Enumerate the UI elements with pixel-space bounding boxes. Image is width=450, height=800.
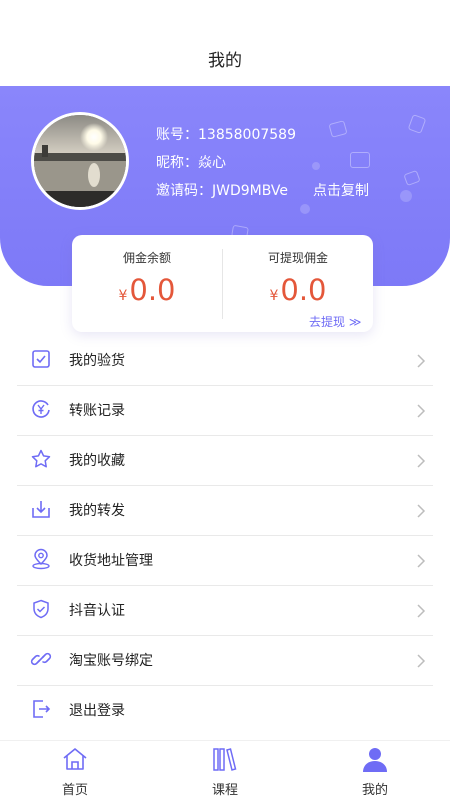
menu-item-label: 我的验货 (69, 353, 125, 369)
commission-balance: 佣金余额 ¥0.0 (72, 235, 222, 332)
menu-item-label: 抖音认证 (69, 603, 125, 619)
download-tray-icon (32, 501, 50, 518)
withdrawable-commission-label: 可提现佣金 (267, 251, 328, 265)
dot-deco (400, 190, 412, 202)
avatar[interactable] (31, 112, 129, 210)
home-icon (63, 748, 87, 770)
shield-check-icon (33, 599, 49, 619)
page-title: 我的 (208, 51, 242, 71)
tag-deco-icon (403, 169, 421, 187)
tab-label: 我的 (361, 783, 388, 798)
dot-deco (312, 162, 320, 170)
menu-item-taobao-binding[interactable]: 淘宝账号绑定 (17, 636, 433, 686)
tab-courses[interactable]: 课程 (150, 741, 300, 800)
bottom-tab-bar: 首页 课程 我的 (0, 740, 450, 800)
tag-deco-icon (407, 114, 427, 134)
user-icon (363, 748, 387, 772)
tab-label: 课程 (211, 783, 238, 798)
menu-item-favorites[interactable]: 我的收藏 (17, 436, 433, 486)
menu-item-label: 收货地址管理 (69, 553, 153, 569)
menu-item-label: 淘宝账号绑定 (69, 653, 153, 669)
withdraw-link[interactable]: 去提现 ≫ (309, 313, 361, 330)
menu-item-label: 我的收藏 (69, 453, 125, 469)
account-line: 账号：13858007589 (156, 124, 296, 144)
chevron-right-icon (417, 504, 426, 518)
dot-deco (300, 204, 310, 214)
nickname-line: 昵称：焱心 (156, 152, 226, 172)
link-icon (30, 652, 52, 666)
menu-item-shipping-address[interactable]: 收货地址管理 (17, 536, 433, 586)
menu-item-shares[interactable]: 我的转发 (17, 486, 433, 536)
chevron-right-icon (417, 604, 426, 618)
cart-deco-icon (350, 152, 370, 168)
commission-balance-value: 0.0 (129, 273, 176, 307)
avatar-photo (34, 115, 126, 207)
cart-deco-icon (328, 120, 348, 138)
logout-icon (33, 700, 51, 718)
chevron-right-icon (417, 354, 426, 368)
invite-label: 邀请码： (156, 183, 212, 199)
currency-symbol: ¥ (269, 288, 279, 304)
star-icon (31, 449, 51, 468)
withdrawable-commission-value: 0.0 (280, 273, 327, 307)
invite-line: 邀请码：JWD9MBVe (156, 180, 288, 200)
chevron-right-icon (417, 454, 426, 468)
menu-item-logout[interactable]: 退出登录 (17, 686, 433, 736)
nav-bar: 我的 (0, 0, 450, 86)
menu-item-label: 我的转发 (69, 503, 125, 519)
account-value: 13858007589 (198, 127, 296, 143)
copy-invite-button[interactable]: 点击复制 (313, 180, 369, 200)
currency-symbol: ¥ (118, 288, 128, 304)
account-label: 账号： (156, 127, 198, 143)
commission-balance-amount: ¥0.0 (72, 273, 222, 307)
tab-mine[interactable]: 我的 (300, 741, 450, 800)
menu-item-transfer-records[interactable]: 转账记录 (17, 386, 433, 436)
inspect-box-icon (32, 350, 50, 368)
menu-item-label: 退出登录 (69, 703, 125, 719)
menu-item-douyin-verification[interactable]: 抖音认证 (17, 586, 433, 636)
chevron-right-icon (417, 654, 426, 668)
yen-refresh-icon (32, 400, 50, 418)
nickname-value: 焱心 (198, 155, 226, 171)
books-icon (213, 748, 237, 771)
tab-home[interactable]: 首页 (0, 741, 150, 800)
commission-balance-label: 佣金余额 (122, 251, 171, 265)
chevron-right-icon (417, 554, 426, 568)
invite-value: JWD9MBVe (212, 183, 289, 199)
menu-item-label: 转账记录 (69, 403, 125, 419)
tab-label: 首页 (61, 783, 88, 798)
location-pin-icon (32, 548, 50, 570)
chevron-right-icon (417, 404, 426, 418)
menu-item-inspection[interactable]: 我的验货 (17, 336, 433, 386)
withdrawable-commission-amount: ¥0.0 (223, 273, 373, 307)
nickname-label: 昵称： (156, 155, 198, 171)
